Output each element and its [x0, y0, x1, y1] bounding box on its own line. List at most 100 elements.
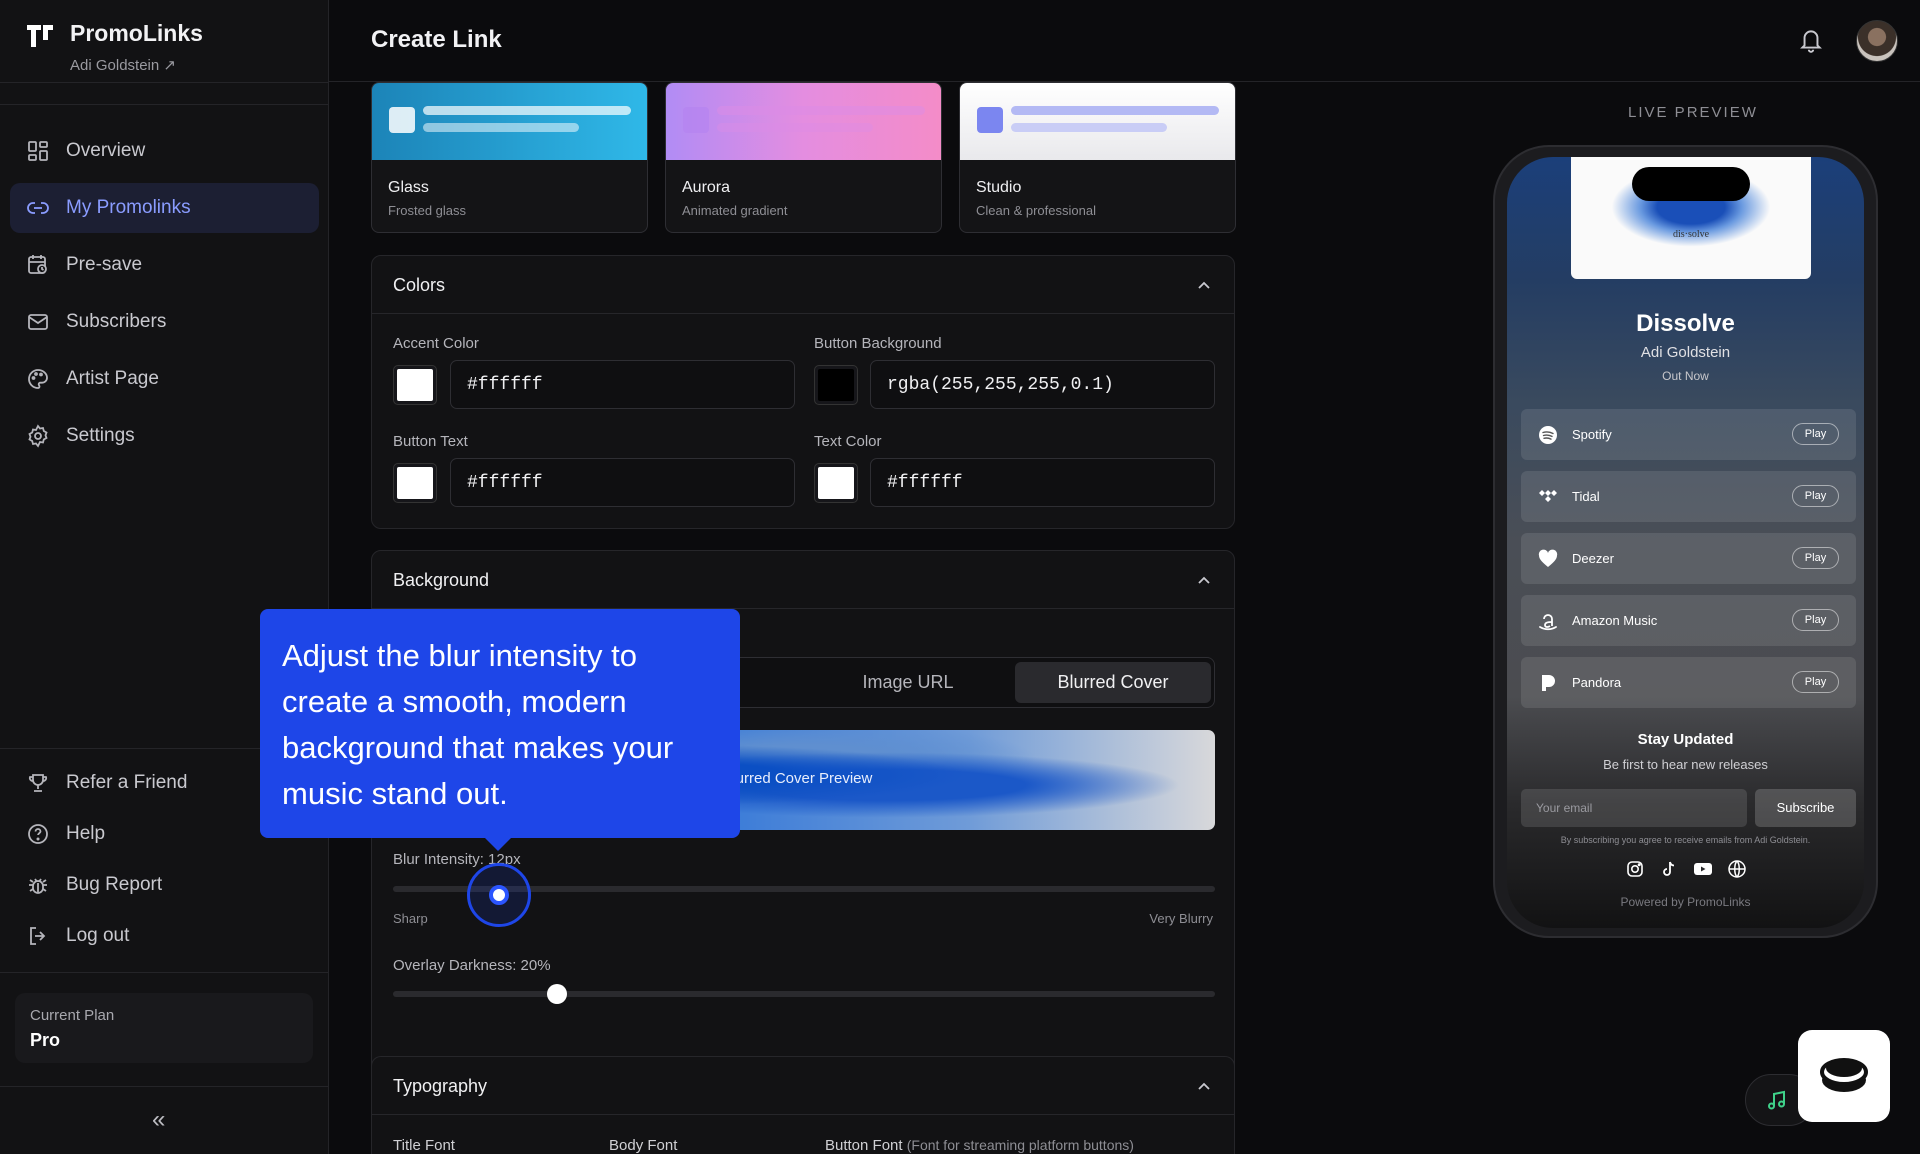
- bug-icon: [29, 878, 47, 894]
- title-font-label: Title Font: [393, 1137, 455, 1154]
- button-font-hint: (Font for streaming platform buttons): [906, 1137, 1134, 1153]
- nav-item-artist-page[interactable]: Artist Page: [10, 354, 319, 404]
- service-row-deezer[interactable]: Deezer Play: [1521, 533, 1856, 584]
- avatar[interactable]: [1856, 20, 1898, 62]
- nav-item-subscribers[interactable]: Subscribers: [10, 297, 319, 347]
- brand[interactable]: PromoLinks Adi Goldstein ↗: [24, 20, 203, 74]
- panel-title: Background: [393, 570, 490, 590]
- accent-color-input[interactable]: #ffffff: [450, 360, 795, 409]
- email-input[interactable]: Your email: [1521, 789, 1747, 827]
- release-artist: Adi Goldstein: [1640, 344, 1731, 361]
- service-row-pandora[interactable]: Pandora Play: [1521, 657, 1856, 708]
- nav-label: My Promolinks: [66, 197, 191, 218]
- nav-item-overview[interactable]: Overview: [10, 126, 319, 176]
- theme-desc: Frosted glass: [388, 203, 467, 218]
- theme-card-studio[interactable]: Studio Clean & professional: [959, 82, 1236, 233]
- nav-item-my-promolinks[interactable]: My Promolinks: [10, 183, 319, 233]
- chevron-up-icon: [1198, 281, 1210, 289]
- option-blurred-cover[interactable]: Blurred Cover: [1015, 662, 1211, 703]
- nav-label: Pre-save: [66, 254, 143, 275]
- text-color-input[interactable]: #ffffff: [870, 458, 1215, 507]
- nav-item-log-out[interactable]: Log out: [10, 911, 319, 961]
- bell-icon[interactable]: [1798, 26, 1824, 54]
- overlay-darkness-thumb[interactable]: [547, 984, 568, 1004]
- blur-intensity-thumb[interactable]: [489, 885, 509, 905]
- collapse-sidebar-button[interactable]: «: [152, 1106, 165, 1134]
- swatch-fill: [397, 369, 433, 401]
- theme-card-glass[interactable]: Glass Frosted glass: [371, 82, 648, 233]
- play-button[interactable]: Play: [1792, 485, 1839, 507]
- mail-icon: [28, 314, 48, 330]
- overlay-darkness-slider[interactable]: [393, 991, 1215, 997]
- panel-title: Typography: [393, 1076, 488, 1096]
- sidebar: PromoLinks Adi Goldstein ↗ Overview My P…: [0, 0, 329, 1154]
- subscribe-terms: By subscribing you agree to receive emai…: [1560, 835, 1811, 845]
- release-title: Dissolve: [1636, 310, 1735, 337]
- current-plan-card[interactable]: Current Plan Pro: [15, 993, 313, 1063]
- field-label: Button Text: [393, 433, 468, 450]
- divider: [0, 104, 329, 105]
- play-button[interactable]: Play: [1792, 423, 1839, 445]
- service-name: Amazon Music: [1572, 613, 1658, 628]
- service-row-spotify[interactable]: Spotify Play: [1521, 409, 1856, 460]
- theme-name: Aurora: [682, 179, 731, 196]
- background-panel-header[interactable]: Background: [372, 551, 1234, 609]
- phone-preview: dis·solve Dissolve Adi Goldstein Out Now…: [1493, 145, 1878, 938]
- service-row-tidal[interactable]: Tidal Play: [1521, 471, 1856, 522]
- typography-panel: Typography Title Font Body Font Button F…: [371, 1056, 1235, 1154]
- theme-name: Glass: [388, 179, 429, 196]
- play-button[interactable]: Play: [1792, 609, 1839, 631]
- play-button[interactable]: Play: [1792, 671, 1839, 693]
- button-background-swatch[interactable]: [814, 365, 858, 405]
- theme-desc: Clean & professional: [976, 203, 1096, 218]
- nav-label: Refer a Friend: [66, 772, 188, 793]
- button-text-input[interactable]: #ffffff: [450, 458, 795, 507]
- theme-thumbnail: [666, 83, 941, 160]
- nav-label: Subscribers: [66, 311, 167, 332]
- pandora-icon: [1542, 675, 1555, 691]
- service-name: Pandora: [1572, 675, 1622, 690]
- globe-icon[interactable]: [1727, 859, 1747, 879]
- palette-icon: [28, 369, 48, 389]
- brand-user-link[interactable]: Adi Goldstein ↗: [70, 56, 176, 74]
- cover-text: dis·solve: [1672, 229, 1710, 240]
- nav-item-bug-report[interactable]: Bug Report: [10, 860, 319, 910]
- onboarding-tooltip: Adjust the blur intensity to create a sm…: [260, 609, 740, 838]
- colors-panel-header[interactable]: Colors: [372, 256, 1234, 314]
- theme-card-aurora[interactable]: Aurora Animated gradient: [665, 82, 942, 233]
- release-status: Out Now: [1662, 369, 1709, 383]
- instagram-icon[interactable]: [1625, 859, 1645, 879]
- page-title: Create Link: [371, 26, 502, 53]
- promolinks-logo-icon: [27, 25, 53, 47]
- brand-name: PromoLinks: [70, 20, 203, 46]
- theme-thumbnail: [960, 83, 1235, 160]
- nav-item-pre-save[interactable]: Pre-save: [10, 240, 319, 290]
- plan-label: Current Plan: [30, 1007, 115, 1024]
- option-image-url[interactable]: Image URL: [809, 662, 1007, 703]
- service-row-amazon-music[interactable]: Amazon Music Play: [1521, 595, 1856, 646]
- divider: [0, 1086, 329, 1087]
- button-text-swatch[interactable]: [393, 463, 437, 503]
- amazon-icon: [1539, 614, 1557, 631]
- nav-item-settings[interactable]: Settings: [10, 411, 319, 461]
- play-button[interactable]: Play: [1792, 547, 1839, 569]
- theme-thumbnail: [372, 83, 647, 160]
- nav-label: Overview: [66, 140, 146, 161]
- subscribe-button[interactable]: Subscribe: [1755, 789, 1856, 827]
- accent-color-swatch[interactable]: [393, 365, 437, 405]
- deezer-icon: [1538, 549, 1558, 567]
- button-font-label: Button Font (Font for streaming platform…: [825, 1137, 1134, 1154]
- stack-icon: [1820, 1058, 1868, 1092]
- body-font-label: Body Font: [609, 1137, 678, 1154]
- tiktok-icon[interactable]: [1659, 859, 1679, 879]
- typography-panel-header[interactable]: Typography: [372, 1057, 1234, 1115]
- divider: [0, 82, 329, 83]
- text-color-swatch[interactable]: [814, 463, 858, 503]
- gear-icon: [28, 424, 48, 448]
- phone-screen: dis·solve Dissolve Adi Goldstein Out Now…: [1507, 157, 1864, 928]
- youtube-icon[interactable]: [1693, 859, 1713, 879]
- support-widget-button[interactable]: [1798, 1030, 1890, 1122]
- button-background-input[interactable]: rgba(255,255,255,0.1): [870, 360, 1215, 409]
- music-note-icon: [1768, 1090, 1785, 1110]
- slider-min-label: Sharp: [393, 911, 428, 926]
